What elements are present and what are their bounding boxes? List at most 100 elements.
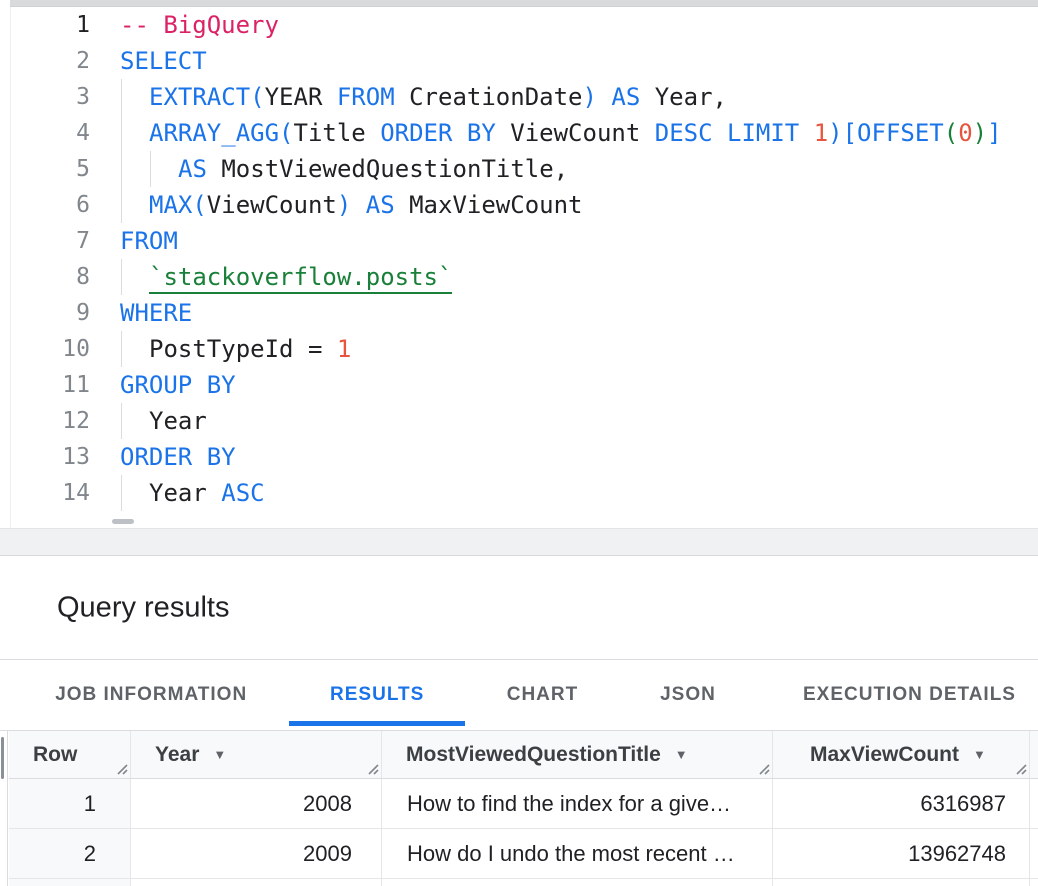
line-number: 2 bbox=[10, 43, 90, 79]
cell-row: 2 bbox=[9, 829, 131, 878]
table-row-partial bbox=[9, 879, 1038, 886]
code-editor-lines: 1 -- BigQuery 2 SELECT 3 EXTRACT(YEAR FROM Cr… bbox=[0, 7, 1038, 511]
line-number: 12 bbox=[10, 403, 90, 439]
line-number: 8 bbox=[10, 259, 90, 295]
cell-partial bbox=[9, 879, 131, 886]
line-number: 7 bbox=[10, 223, 90, 259]
code-line[interactable]: 10 PostTypeId = 1 bbox=[0, 331, 1038, 367]
indent-guide-icon bbox=[121, 259, 122, 295]
tab-label: EXECUTION DETAILS bbox=[803, 684, 1016, 706]
tab-label: JSON bbox=[660, 684, 716, 706]
code-line[interactable]: 5 AS MostViewedQuestionTitle, bbox=[0, 151, 1038, 187]
results-table: RowYear▼MostViewedQuestionTitle▼MaxViewC… bbox=[0, 730, 1038, 886]
indent-guide-icon bbox=[150, 151, 151, 187]
line-number: 1 bbox=[10, 7, 90, 43]
indent-guide-icon bbox=[121, 79, 122, 115]
tab-results[interactable]: RESULTS bbox=[289, 660, 465, 730]
line-number: 10 bbox=[10, 331, 90, 367]
column-label: MostViewedQuestionTitle bbox=[406, 743, 661, 767]
line-number: 14 bbox=[10, 475, 90, 511]
tab-job-information[interactable]: JOB INFORMATION bbox=[13, 660, 289, 730]
table-row: 12008How to find the index for a give…63… bbox=[9, 779, 1038, 829]
column-label: MaxViewCount bbox=[810, 743, 959, 767]
sql-editor[interactable]: 1 -- BigQuery 2 SELECT 3 EXTRACT(YEAR FROM Cr… bbox=[0, 7, 1038, 528]
query-results-title: Query results bbox=[57, 591, 229, 624]
column-resize-handle[interactable] bbox=[757, 762, 770, 775]
indent-guide-icon bbox=[121, 151, 122, 187]
panel-splitter[interactable] bbox=[0, 528, 1038, 556]
column-header-row: Row bbox=[9, 731, 131, 778]
line-number: 9 bbox=[10, 295, 90, 331]
code-text: `stackoverflow.posts` bbox=[120, 259, 452, 295]
line-number: 3 bbox=[10, 79, 90, 115]
code-text: -- BigQuery bbox=[120, 7, 279, 43]
code-text: FROM bbox=[120, 223, 178, 259]
code-line[interactable]: 7 FROM bbox=[0, 223, 1038, 259]
code-line[interactable]: 12 Year bbox=[0, 403, 1038, 439]
indent-guide-icon bbox=[121, 403, 122, 439]
code-text: AS MostViewedQuestionTitle, bbox=[120, 151, 568, 187]
tab-label: CHART bbox=[507, 684, 579, 706]
header-sliver bbox=[1030, 731, 1038, 778]
code-text: Year bbox=[120, 403, 207, 439]
results-grid: RowYear▼MostViewedQuestionTitle▼MaxViewC… bbox=[9, 731, 1038, 886]
code-text: ORDER BY bbox=[120, 439, 236, 475]
cell-year: 2008 bbox=[131, 779, 382, 828]
code-text: WHERE bbox=[120, 295, 192, 331]
column-header-year: Year ▼ bbox=[131, 731, 382, 778]
code-line[interactable]: 6MAX(ViewCount) AS MaxViewCount bbox=[0, 187, 1038, 223]
code-line[interactable]: 4ARRAY_AGG(Title ORDER BY ViewCount DESC… bbox=[0, 115, 1038, 151]
tab-chart[interactable]: CHART bbox=[465, 660, 620, 730]
line-number: 11 bbox=[10, 367, 90, 403]
results-scrollbar-thumb[interactable] bbox=[1, 737, 4, 779]
results-tab-bar: JOB INFORMATION RESULTS CHART JSON EXECUTION… bbox=[0, 660, 1038, 730]
code-text: EXTRACT(YEAR FROM CreationDate) AS Year, bbox=[120, 79, 727, 115]
column-resize-handle[interactable] bbox=[366, 762, 379, 775]
code-line[interactable]: 14Year ASC bbox=[0, 475, 1038, 511]
code-line[interactable]: 11 GROUP BY bbox=[0, 367, 1038, 403]
code-text: SELECT bbox=[120, 43, 207, 79]
tab-label: RESULTS bbox=[330, 684, 424, 706]
column-resize-handle[interactable] bbox=[1014, 762, 1027, 775]
results-scrollbar-track[interactable] bbox=[0, 731, 8, 886]
code-line[interactable]: 3 EXTRACT(YEAR FROM CreationDate) AS Year… bbox=[0, 79, 1038, 115]
column-header-maxviewcount: MaxViewCount ▼ bbox=[773, 731, 1030, 778]
code-line[interactable]: 1 -- BigQuery bbox=[0, 7, 1038, 43]
code-line[interactable]: 9 WHERE bbox=[0, 295, 1038, 331]
code-text: GROUP BY bbox=[120, 367, 236, 403]
tab-execution-details[interactable]: EXECUTION DETAILS bbox=[756, 660, 1038, 730]
sort-menu-icon[interactable]: ▼ bbox=[675, 747, 688, 762]
cell-maxviewcount: 13962748 bbox=[773, 829, 1030, 878]
cell-row: 1 bbox=[9, 779, 131, 828]
indent-guide-icon bbox=[121, 115, 122, 151]
line-number: 5 bbox=[10, 151, 90, 187]
cell-partial bbox=[382, 879, 773, 886]
table-header-row: RowYear▼MostViewedQuestionTitle▼MaxViewC… bbox=[9, 731, 1038, 779]
indent-guide-icon bbox=[121, 187, 122, 223]
table-row: 22009How do I undo the most recent …1396… bbox=[9, 829, 1038, 879]
column-resize-handle[interactable] bbox=[115, 762, 128, 775]
line-number: 4 bbox=[10, 115, 90, 151]
code-line[interactable]: 8 `stackoverflow.posts` bbox=[0, 259, 1038, 295]
code-line[interactable]: 2 SELECT bbox=[0, 43, 1038, 79]
code-line[interactable]: 13 ORDER BY bbox=[0, 439, 1038, 475]
editor-top-divider bbox=[10, 0, 1038, 7]
column-label: Year bbox=[155, 743, 199, 767]
indent-guide-icon bbox=[121, 475, 122, 511]
tab-json[interactable]: JSON bbox=[620, 660, 756, 730]
code-text: PostTypeId = 1 bbox=[120, 331, 351, 367]
tab-label: JOB INFORMATION bbox=[55, 684, 247, 706]
cell-maxviewcount: 6316987 bbox=[773, 779, 1030, 828]
indent-guide-icon bbox=[121, 331, 122, 367]
column-header-mostviewedquestiontitle: MostViewedQuestionTitle ▼ bbox=[382, 731, 773, 778]
sort-menu-icon[interactable]: ▼ bbox=[213, 747, 226, 762]
sort-menu-icon[interactable]: ▼ bbox=[973, 747, 986, 762]
row-sliver bbox=[1030, 829, 1038, 878]
editor-horizontal-scrollbar[interactable] bbox=[112, 519, 134, 524]
bigquery-workspace: 1 -- BigQuery 2 SELECT 3 EXTRACT(YEAR FROM Cr… bbox=[0, 0, 1038, 886]
cell-partial bbox=[773, 879, 1030, 886]
row-sliver bbox=[1030, 879, 1038, 886]
line-number: 13 bbox=[10, 439, 90, 475]
cell-year: 2009 bbox=[131, 829, 382, 878]
query-results-header: Query results bbox=[0, 556, 1038, 660]
